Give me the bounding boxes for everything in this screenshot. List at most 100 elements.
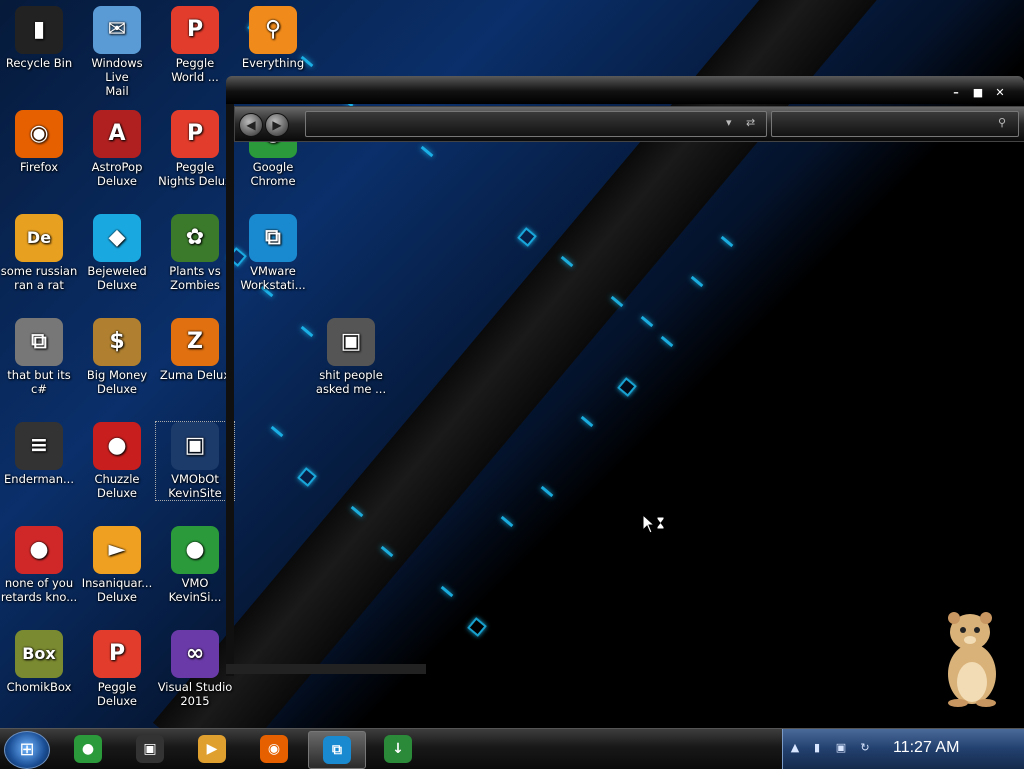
desktop-icon[interactable]: ● VMO KevinSi... [156,526,234,604]
clock[interactable]: 11:27 AM [893,739,959,757]
desktop-icon-label: Recycle Bin [5,56,73,70]
desktop-icon-label: ChomikBox [6,680,72,694]
peggle-icon: P [93,630,141,678]
media-player-icon: ▶ [198,735,226,763]
desktop-icon[interactable]: A AstroPop Deluxe [78,110,156,188]
taskbar-button-folder[interactable]: ▣ [122,731,178,767]
peggle-icon: P [171,6,219,54]
desktop-icon-label: Big Money Deluxe [86,368,148,396]
desktop-icon-label: Windows Live Mail [91,56,143,98]
desktop-icon-label: Everything [241,56,305,70]
search-box[interactable]: ⚲ [771,111,1019,137]
desktop-icon[interactable]: ● Chuzzle Deluxe [78,422,156,500]
desktop-icon[interactable]: ✿ Plants vs Zombies [156,214,234,292]
desktop-icon[interactable]: Z Zuma Delux [156,318,234,382]
search-icon[interactable]: ⚲ [998,116,1006,129]
network-icon[interactable]: ↻ [859,742,871,754]
taskbar-button-vmware[interactable]: ⧉ [308,731,366,769]
vmware-icon: ⧉ [323,736,351,764]
desktop-icon-label: Peggle World ... [171,56,219,84]
visual-studio-icon: ∞ [171,630,219,678]
flower-icon: ✿ [171,214,219,262]
forward-button[interactable]: ▶ [265,113,289,137]
explorer-window[interactable]: – ■ ✕ ◀ ▶ ▾ ⇄ ⚲ [226,76,1024,676]
taskbar: ⊞ ● ▣ ▶ ◉ ⧉ ↓ ▲ ▮ ▣ ↻ 11:27 AM [0,728,1024,769]
desktop-icon[interactable]: De some russian ran a rat [0,214,78,292]
dark-folder-icon: ▣ [136,735,164,763]
desktop-icon[interactable]: ◉ Firefox [0,110,78,174]
dragon-icon: ● [15,526,63,574]
fish-icon: ► [93,526,141,574]
firefox-icon: ◉ [15,110,63,158]
desktop-icon[interactable]: ► Insaniquar... Deluxe [78,526,156,604]
monitor-icon[interactable]: ▣ [835,742,847,754]
desktop-icon-label: some russian ran a rat [0,264,78,292]
desktop-icon[interactable]: ⧉ that but its c# [0,318,78,396]
download-manager-icon: ↓ [384,735,412,763]
chrome-icon: ● [74,735,102,763]
taskbar-button-download-manager[interactable]: ↓ [370,731,426,767]
desktop-icon-label: Firefox [19,160,59,174]
desktop-icon[interactable]: ▮ Recycle Bin [0,6,78,70]
back-button[interactable]: ◀ [239,113,263,137]
recycle-bin-icon: ▮ [15,6,63,54]
desktop-icon-label: VMO KevinSi... [168,576,222,604]
desktop-icon[interactable]: ⚲ Everything [234,6,312,70]
windows-stack-icon: ⧉ [15,318,63,366]
chuzzle-icon: ● [93,422,141,470]
chevron-down-icon[interactable]: ▾ [726,116,732,129]
desktop-icon-label: none of you retards kno... [0,576,78,604]
desktop-icon[interactable]: P Peggle Deluxe [78,630,156,708]
desktop-icon-label: VMObOt KevinSite [168,472,222,500]
address-bar[interactable]: ▾ ⇄ [305,111,767,137]
desktop-icon[interactable]: ≡ Enderman... [0,422,78,486]
desktop-icon-label: AstroPop Deluxe [91,160,143,188]
desktop-icon[interactable]: Box ChomikBox [0,630,78,694]
taskbar-button-chrome[interactable]: ● [60,731,116,767]
show-hidden-icons-icon[interactable]: ▲ [789,742,801,754]
desktop-icon[interactable]: ● none of you retards kno... [0,526,78,604]
desktop-icon[interactable]: $ Big Money Deluxe [78,318,156,396]
desktop-icon[interactable]: P Peggle Nights Delux [156,110,234,188]
desktop-icon[interactable]: ▣ VMObOt KevinSite [155,421,235,501]
gem-icon: ◆ [93,214,141,262]
taskbar-button-media-player[interactable]: ▶ [184,731,240,767]
desktop-icon-label: Insaniquar... Deluxe [81,576,153,604]
hamster-gadget[interactable] [936,608,1006,708]
minimize-button[interactable]: – [948,86,964,100]
window-titlebar[interactable]: – ■ ✕ [226,76,1024,104]
desktop-icon[interactable]: ∞ Visual Studio 2015 [156,630,234,708]
console-icon: ≡ [15,422,63,470]
desktop-icon[interactable]: P Peggle World ... [156,6,234,84]
money-bag-icon: $ [93,318,141,366]
desktop-icon-label: Peggle Deluxe [97,680,137,708]
maximize-button[interactable]: ■ [970,86,986,100]
desktop-icon-label: Peggle Nights Delux [158,160,232,188]
desktop-icon-label: Visual Studio 2015 [157,680,233,708]
peggle-icon: P [171,110,219,158]
vm-folder-icon: ▣ [171,422,219,470]
search-icon: ⚲ [249,6,297,54]
system-tray: ▲ ▮ ▣ ↻ 11:27 AM [782,729,1024,769]
taskbar-button-firefox[interactable]: ◉ [246,731,302,767]
refresh-icon[interactable]: ⇄ [746,116,755,129]
desktop-icon[interactable]: ◆ Bejeweled Deluxe [78,214,156,292]
close-button[interactable]: ✕ [992,86,1008,100]
desktop-icon[interactable]: ✉ Windows Live Mail [78,6,156,98]
chrome-icon: ● [171,526,219,574]
de-icon: De [15,214,63,262]
desktop-icon-label: Zuma Delux [159,368,231,382]
desktop-icon-label: that but its c# [7,368,71,396]
window-scrollbar[interactable] [226,664,426,674]
device-icon[interactable]: ▮ [811,742,823,754]
busy-cursor-icon [642,513,666,540]
window-toolbar: ◀ ▶ ▾ ⇄ ⚲ [234,106,1024,142]
start-button[interactable]: ⊞ [4,731,50,769]
astropop-icon: A [93,110,141,158]
window-frame [226,104,234,676]
firefox-icon: ◉ [260,735,288,763]
zuma-icon: Z [171,318,219,366]
desktop-icon-label: Chuzzle Deluxe [94,472,140,500]
desktop-icon-label: Plants vs Zombies [169,264,221,292]
mail-icon: ✉ [93,6,141,54]
